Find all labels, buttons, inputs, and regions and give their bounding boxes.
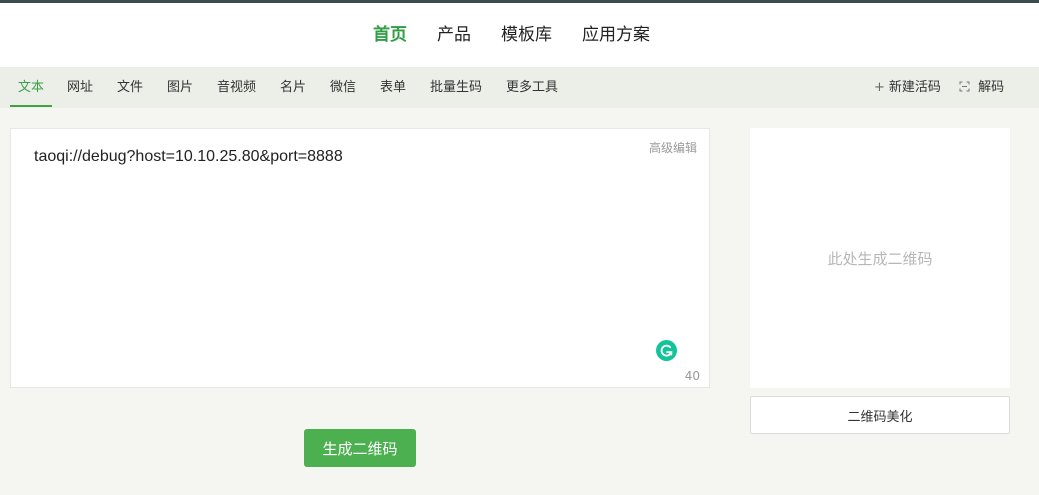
tab-file[interactable]: 文件 [117,67,143,108]
scan-icon [959,80,974,95]
generate-qr-button[interactable]: 生成二维码 [304,429,416,467]
site-header: 首页 产品 模板库 应用方案 [0,3,1039,67]
new-live-code-label: 新建活码 [888,80,941,95]
text-editor[interactable]: taoqi://debug?host=10.10.25.80&port=8888… [10,128,710,388]
plus-icon: + [874,80,885,95]
tab-business-card[interactable]: 名片 [280,67,306,108]
tab-batch-generate[interactable]: 批量生码 [430,67,482,108]
nav-solutions[interactable]: 应用方案 [582,23,650,47]
nav-products[interactable]: 产品 [437,23,471,47]
tab-wechat[interactable]: 微信 [330,67,356,108]
content-type-tabbar: 文本 网址 文件 图片 音视频 名片 微信 表单 批量生码 更多工具 + 新建活码… [0,67,1039,108]
nav-templates[interactable]: 模板库 [501,23,552,47]
character-count: 40 [684,369,700,383]
nav-home[interactable]: 首页 [373,23,407,47]
qr-placeholder-text: 此处生成二维码 [827,249,933,268]
tab-audio-video[interactable]: 音视频 [217,67,256,108]
qr-preview-panel: 此处生成二维码 [750,128,1010,388]
active-tab-indicator [10,105,52,107]
editor-content[interactable]: taoqi://debug?host=10.10.25.80&port=8888 [34,148,343,166]
tab-more-tools[interactable]: 更多工具 [506,67,558,108]
tab-url[interactable]: 网址 [67,67,93,108]
tab-image[interactable]: 图片 [167,67,193,108]
new-live-code-button[interactable]: + 新建活码 [874,67,941,108]
advanced-edit-link[interactable]: 高级编辑 [649,139,697,156]
tab-form[interactable]: 表单 [380,67,406,108]
tab-text[interactable]: 文本 [18,67,44,108]
beautify-qr-button[interactable]: 二维码美化 [750,396,1010,434]
decode-label: 解码 [978,80,1005,95]
decode-button[interactable]: 解码 [959,67,1004,108]
grammarly-icon[interactable] [656,340,677,361]
